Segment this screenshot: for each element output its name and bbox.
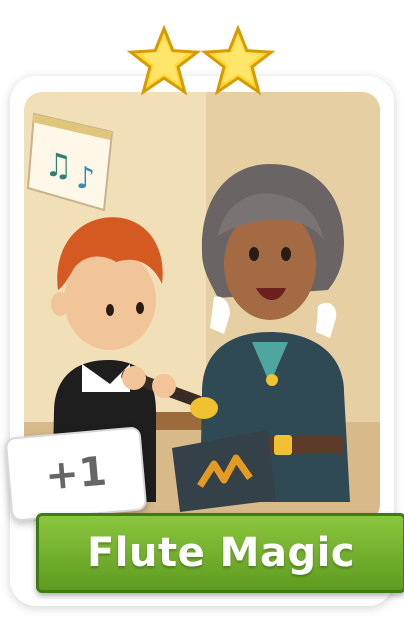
title-banner[interactable]: Flute Magic: [36, 513, 404, 593]
svg-text:♫: ♫: [44, 146, 73, 184]
svg-text:♪: ♪: [76, 161, 95, 196]
star-icon: [201, 24, 275, 96]
sticker-count-text: +1: [43, 448, 109, 500]
sticker-count-badge: +1: [4, 426, 148, 522]
star-icon: [127, 24, 201, 96]
card-title: Flute Magic: [86, 530, 356, 576]
rating-stars: [127, 24, 277, 106]
